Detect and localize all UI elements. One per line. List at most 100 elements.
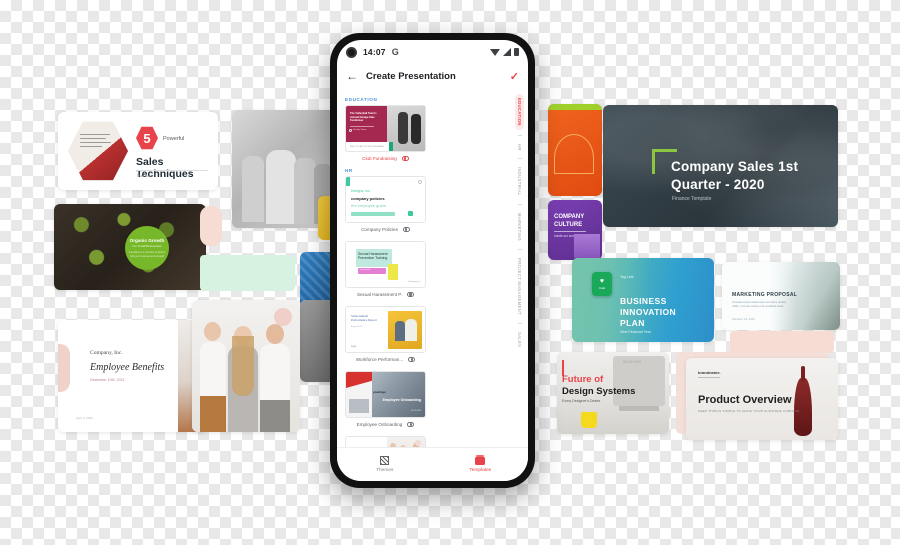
preview-eye-icon[interactable] [408,356,416,363]
template-slide-byline: Hockey Team [353,129,367,131]
google-icon: G [391,47,399,57]
template-meta: Club Fundraising [345,155,426,162]
status-bar: 14:07 G [337,40,528,64]
preview-eye-icon[interactable] [402,226,410,233]
category-tab-project-management[interactable]: PROJECT MANAGEMENT [516,255,523,318]
slide-card-business-innovation[interactable]: ♥ Cats Tag Line BUSINESS INNOVATION PLAN… [572,258,714,342]
template-thumbnail-employee-onboarding[interactable]: yourlogo Employee Onboarding 07.02.2020 [345,371,426,418]
app-bar: ← Create Presentation ✓ [337,64,528,88]
template-slide-logo: Logo [351,346,357,348]
back-arrow-icon[interactable]: ← [346,70,358,82]
composition-stage: 5 Powerful Sales Techniques That work Or… [0,0,900,545]
slide-brand-brandname: brandname. [698,370,721,375]
slide-date-marketing: February 14, 2021 [732,317,755,321]
slide-body-marketing: Increase brand awareness and drive quali… [732,300,787,309]
signal-icon [503,48,511,56]
decor-mint-block [200,255,295,291]
slide-title-culture: CULTURE [554,222,583,228]
category-tab-hr[interactable]: HR [516,141,523,154]
slide-footer-that-work: That work [136,173,154,178]
confirm-check-icon[interactable]: ✓ [510,70,519,83]
decor-peach-strip [730,331,834,353]
template-slide-title: company policies [351,196,385,201]
slide-card-sales-techniques[interactable]: 5 Powerful Sales Techniques That work [58,112,218,190]
rail-divider [517,134,522,136]
phone-device: 14:07 G ← Create Presentation ✓ EDUCATIO… [330,33,535,488]
slide-title-future-of: Future of [562,374,604,385]
template-cell[interactable]: Company, Inc. Employee Benefits December… [345,436,426,447]
slide-title-company: COMPANY [554,214,585,220]
category-tab-sales[interactable]: SALES [516,329,523,350]
slide-card-design-systems[interactable]: ISSUE #001 Future of Design Systems Ever… [557,352,669,434]
slide-footer-date: April 4, 2020 [76,416,93,420]
template-meta: Workforce Performan... [345,356,426,363]
category-tab-marketing[interactable]: MARKETING [516,210,523,244]
front-camera-punchhole [346,46,357,58]
slide-card-company-sales[interactable]: Company Sales 1st Quarter - 2020 Finance… [603,105,838,227]
status-time: 14:07 [363,47,386,57]
battery-icon [514,48,519,56]
slide-logo-label: Cats [598,286,606,290]
template-slide-footer: Company, Inc. [407,281,421,283]
slide-card-company-culture[interactable]: COMPANY CULTURE Inside our workplace [548,200,602,260]
template-slide-subtitle: the employee guide [351,203,386,208]
template-meta: Sexual Harassment P. [345,291,426,298]
slide-title-product-overview: Product Overview [698,394,792,406]
category-tab-education[interactable]: EDUCATION [515,94,524,130]
category-tab-industrial[interactable]: INDUSTRIAL [516,164,523,198]
slide-card-orange-bicycle[interactable] [548,104,602,196]
slide-logo-badge: ♥ Cats [592,272,612,296]
template-name: Club Fundraising [362,156,397,161]
rail-divider [517,203,522,205]
template-cell[interactable]: yourlogo Employee Onboarding 07.02.2020 … [345,371,426,430]
nav-item-themes[interactable]: Themes [337,448,433,481]
category-rail: EDUCATION HR INDUSTRIAL MARKETING PROJEC… [511,88,528,447]
rail-divider [517,248,522,250]
slide-title-line1: Company Sales 1st [671,159,799,174]
preview-eye-icon[interactable] [407,291,415,298]
slide-eyebrow-powerful: Powerful [163,136,185,142]
slide-badge-number: 5 [136,126,158,150]
template-meta: Employee Onboarding [345,421,426,428]
template-slide-brand: Designo, Inc. [351,189,371,193]
slide-title-plan: PLAN [620,318,645,328]
slide-tagline: Tag Line [620,275,634,279]
template-thumbnail-club-fundraising[interactable]: The Volleyball Team's Annual Garage Sale… [345,105,426,152]
template-thumbnail-company-policies[interactable]: Designo, Inc. company policies the emplo… [345,176,426,223]
slide-card-marketing-proposal[interactable]: MARKETING PROPOSAL Increase brand awaren… [722,262,840,330]
template-slide-logo: yourlogo [373,390,386,394]
preview-eye-icon[interactable] [401,155,409,162]
slide-card-organic-growth[interactable]: Organic Growth For Small Businesses A se… [54,204,206,290]
template-name: Company Policies [361,227,398,232]
template-thumbnail-workforce-performance[interactable]: Semi-Annual Performance Report August 20… [345,306,426,353]
template-slide-title: Employee Onboarding [382,398,421,402]
templates-icon [475,454,486,465]
screen-body: EDUCATION The Volleyball Team's Annual G… [337,88,528,447]
template-grid-education: The Volleyball Team's Annual Garage Sale… [345,105,505,164]
bottom-navigation: Themes Templates [337,447,528,481]
nav-item-templates[interactable]: Templates [433,448,529,481]
slide-card-employee-benefits[interactable]: Company, Inc. Employee Benefits December… [58,320,206,432]
nav-label-themes: Themes [376,468,394,473]
decor-peach-pill [200,206,222,246]
slide-title-line2: Quarter - 2020 [671,177,765,192]
wifi-icon [490,48,500,56]
slide-body-growth: A seedling is a reminder to grow in both… [128,251,166,258]
template-meta: Company Policies [345,226,426,233]
template-scroll-area[interactable]: EDUCATION The Volleyball Team's Annual G… [337,88,511,447]
template-cell[interactable]: Designo, Inc. company policies the emplo… [345,176,426,235]
template-slide-date: August 2019 [351,326,363,328]
template-thumbnail-sexual-harassment[interactable]: Sexual Harassment Prevention Training Le… [345,241,426,288]
preview-eye-icon[interactable] [407,421,415,428]
template-cell[interactable]: Sexual Harassment Prevention Training Le… [345,241,426,300]
template-cell[interactable]: The Volleyball Team's Annual Garage Sale… [345,105,426,164]
template-name: Workforce Performan... [355,357,404,362]
rail-divider [517,322,522,324]
template-thumbnail-hr-benefits[interactable]: Company, Inc. Employee Benefits December… [345,436,426,447]
template-slide-footer: KEEP TO DATE OF THE FUNDRAISER [350,146,384,148]
slide-title-innovation: INNOVATION [620,307,677,317]
template-cell[interactable]: Semi-Annual Performance Report August 20… [345,306,426,365]
slide-date-employee-benefits: December 10th, 2021 [90,378,125,382]
slide-card-team-photo[interactable] [192,300,300,432]
slide-card-product-overview[interactable]: brandname. Product Overview KEEP THINGS … [686,358,838,440]
